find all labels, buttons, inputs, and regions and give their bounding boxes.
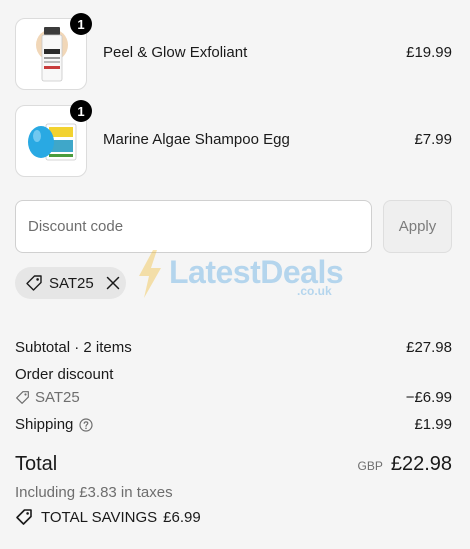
remove-discount-button[interactable] bbox=[106, 276, 120, 290]
apply-button[interactable]: Apply bbox=[383, 200, 452, 253]
total-savings: TOTAL SAVINGS £6.99 bbox=[15, 508, 201, 526]
shipping-label: Shipping bbox=[15, 416, 74, 433]
item-price: £7.99 bbox=[414, 131, 452, 148]
help-circle-icon bbox=[79, 417, 93, 432]
watermark-subtext: .co.uk bbox=[297, 284, 332, 298]
tag-icon bbox=[16, 509, 32, 525]
item-name: Marine Algae Shampoo Egg bbox=[103, 131, 290, 148]
discount-code-line: SAT25 bbox=[15, 389, 80, 406]
applied-code-label: SAT25 bbox=[49, 274, 94, 292]
line-item: 1 Peel & Glow Exfoliant £19.99 bbox=[15, 13, 452, 90]
total-value: £22.98 bbox=[390, 453, 452, 475]
discount-value: −£6.99 bbox=[405, 389, 452, 406]
tag-icon bbox=[26, 275, 42, 291]
subtotal-value: £27.98 bbox=[406, 339, 452, 356]
order-discount-row: Order discount bbox=[15, 366, 452, 383]
discount-code-input[interactable] bbox=[15, 200, 372, 253]
latestdeals-watermark: LatestDeals .co.uk bbox=[137, 250, 344, 298]
subtotal-row: Subtotal · 2 items £27.98 bbox=[15, 339, 452, 356]
close-icon bbox=[106, 276, 119, 290]
applied-discount-chip: SAT25 bbox=[15, 267, 126, 299]
product-thumbnail: 1 bbox=[15, 100, 92, 177]
savings-value: £6.99 bbox=[163, 508, 201, 526]
subtotal-label: Subtotal · 2 items bbox=[15, 339, 132, 356]
quantity-badge: 1 bbox=[70, 13, 92, 35]
discount-code-text: SAT25 bbox=[35, 389, 80, 406]
savings-label: TOTAL SAVINGS bbox=[41, 508, 158, 526]
bolt-icon bbox=[139, 250, 161, 298]
shipping-row: Shipping £1.99 bbox=[15, 416, 452, 433]
shipping-help-button[interactable] bbox=[79, 417, 93, 432]
tag-icon bbox=[16, 391, 29, 404]
currency-code: GBP bbox=[357, 459, 383, 473]
discount-code-row: SAT25 −£6.99 bbox=[15, 389, 452, 409]
shipping-label-group: Shipping bbox=[15, 416, 93, 433]
total-label: Total bbox=[15, 453, 58, 475]
shipping-value: £1.99 bbox=[414, 416, 452, 433]
total-amount: GBP £22.98 bbox=[357, 453, 452, 476]
line-item: 1 Marine Algae Shampoo Egg £7.99 bbox=[15, 100, 452, 177]
order-discount-label: Order discount bbox=[15, 366, 114, 383]
product-thumbnail: 1 bbox=[15, 13, 92, 90]
tax-note: Including £3.83 in taxes bbox=[15, 484, 173, 501]
item-price: £19.99 bbox=[406, 44, 452, 61]
item-name: Peel & Glow Exfoliant bbox=[103, 44, 248, 61]
quantity-badge: 1 bbox=[70, 100, 92, 122]
